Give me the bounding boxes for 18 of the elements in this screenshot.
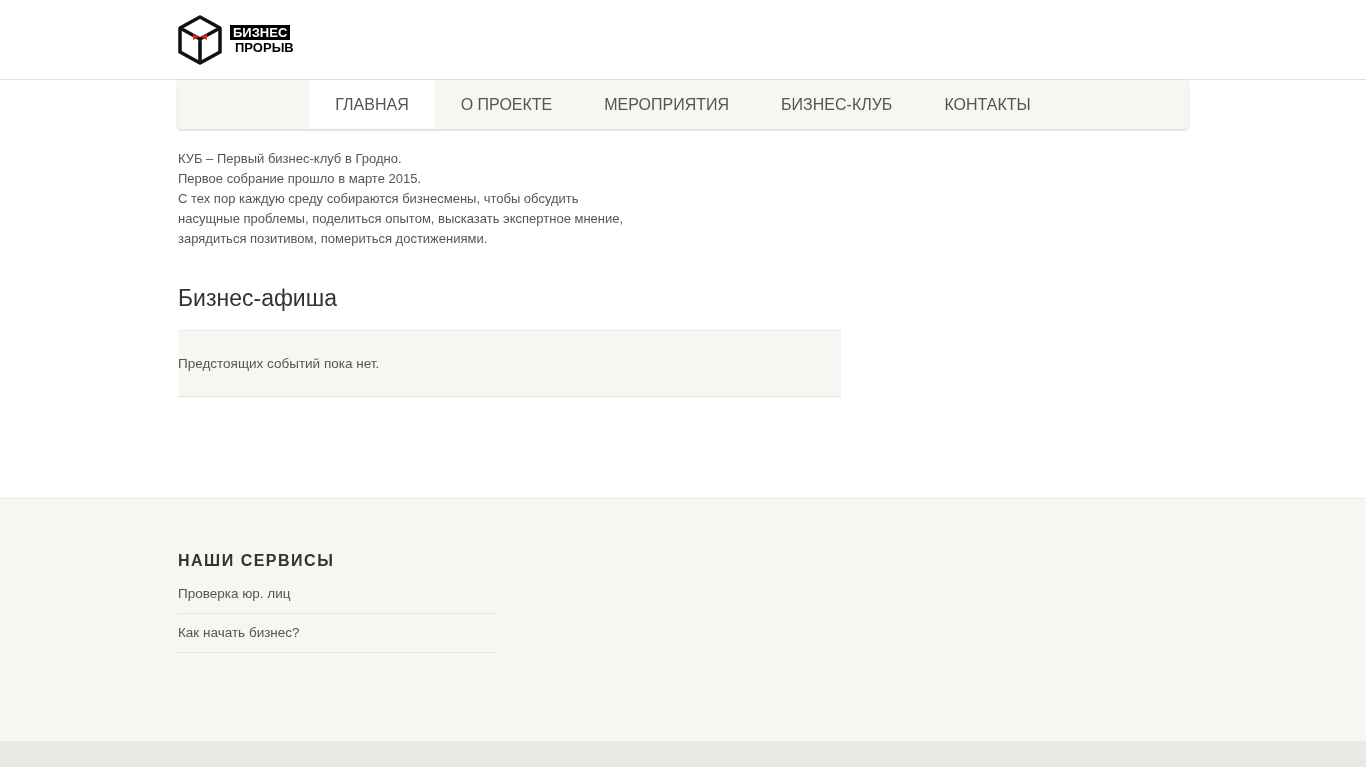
intro-text: КУБ – Первый бизнес-клуб в Гродно. [178, 150, 403, 168]
intro-text: насущные проблемы, поделиться опытом, высказать экспертное мнение, [178, 210, 625, 228]
nav-tab[interactable]: О ПРОЕКТЕ [434, 80, 579, 129]
nav-tab[interactable]: МЕРОПРИЯТИЯ [578, 80, 756, 129]
intro-text: зарядиться позитивом, помериться достижениями. [178, 230, 489, 248]
nav-tab[interactable]: БИЗНЕС-КЛУБ [755, 80, 919, 129]
footer-link[interactable]: Проверка юр. лиц [178, 586, 291, 601]
logo-icon[interactable] [178, 15, 222, 65]
intro-text: Первое собрание прошло в марте 2015. [178, 170, 422, 188]
logo-text: ПРОРЫВ [234, 40, 295, 55]
logo-text: БИЗНЕС [230, 25, 291, 40]
nav-tab[interactable]: ГЛАВНАЯ [309, 80, 435, 129]
footer-title: НАШИ СЕРВИСЫ [178, 552, 336, 570]
empty-message: Предстоящих событий пока нет. [178, 356, 380, 371]
nav-tab[interactable]: КОНТАКТЫ [918, 80, 1057, 129]
intro-text: С тех пор каждую среду собираются бизнесмены, чтобы обсудить [178, 190, 580, 208]
section-title: Бизнес-афиша [178, 285, 338, 312]
footer-link[interactable]: Как начать бизнес? [178, 625, 300, 640]
